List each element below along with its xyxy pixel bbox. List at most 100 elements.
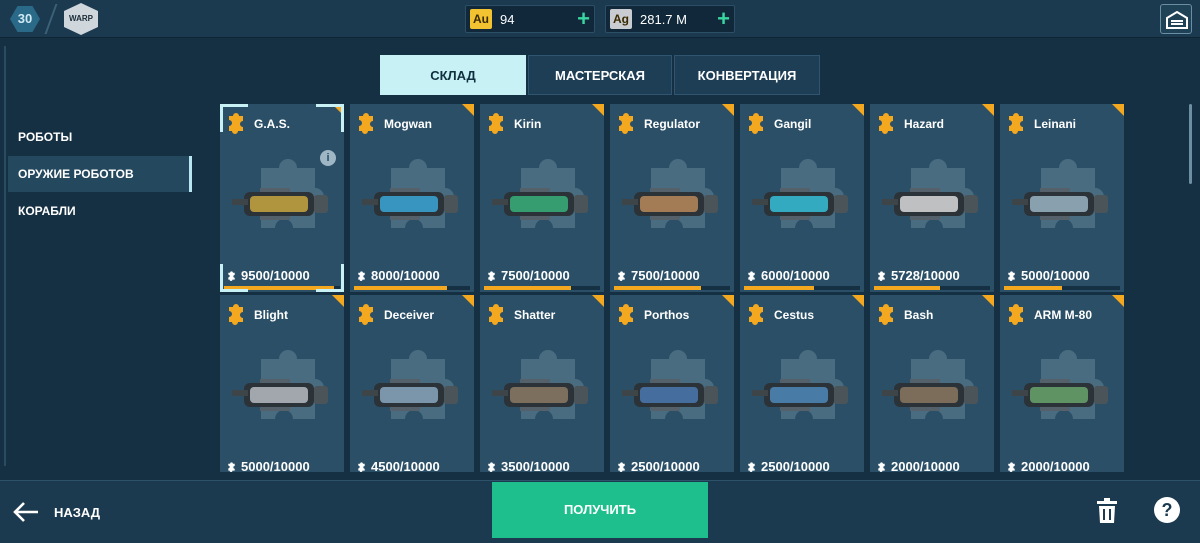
weapon-name: Leinani [1034,117,1077,131]
weapon-card[interactable]: Regulator 7500/10000 [610,104,734,292]
weapon-card[interactable]: Kirin 7500/10000 [480,104,604,292]
selection-frame-corner [316,264,344,292]
rarity-corner [462,104,474,116]
progress-fill [744,286,814,290]
sidebar-item-robot-weapons[interactable]: ОРУЖИЕ РОБОТОВ [8,156,192,192]
weapon-card[interactable]: ARM M-80 2000/10000 [1000,295,1124,472]
weapon-name: Porthos [644,308,690,322]
weapon-name: ARM M-80 [1034,308,1093,322]
puzzle-piece-icon [1009,304,1023,325]
weapon-card[interactable]: Shatter 3500/10000 [480,295,604,472]
puzzle-piece-icon [619,304,633,325]
progress-fill [1004,286,1062,290]
grid-scrollbar[interactable] [1189,104,1192,184]
weapon-image [752,379,848,411]
weapon-card[interactable]: Cestus 2500/10000 [740,295,864,472]
fragment-count: 2500/10000 [746,459,830,472]
fragment-count: 4500/10000 [356,459,440,472]
fragment-count-text: 4500/10000 [371,459,440,472]
get-button[interactable]: ПОЛУЧИТЬ [492,482,708,538]
rarity-corner [722,104,734,116]
selection-frame-corner [220,264,248,292]
progress-fill [354,286,447,290]
back-button[interactable]: НАЗАД [12,497,100,527]
add-silver-button[interactable]: + [717,7,730,31]
fragment-count-text: 7500/10000 [501,268,570,283]
fragment-count: 5000/10000 [1006,268,1090,283]
tab-conversion[interactable]: КОНВЕРТАЦИЯ [674,55,820,95]
weapon-card[interactable]: Blight 5000/10000 [220,295,344,472]
fragment-icon [358,271,365,281]
fragment-icon [358,462,365,472]
help-button[interactable]: ? [1154,497,1180,523]
puzzle-piece-icon [749,304,763,325]
rarity-corner [1112,295,1124,307]
fragment-count-text: 7500/10000 [631,268,700,283]
weapon-name: Hazard [904,117,945,131]
add-gold-button[interactable]: + [577,7,590,31]
fragment-icon [878,271,885,281]
weapon-image [1012,379,1108,411]
trash-icon[interactable] [1096,498,1118,524]
fragment-count-text: 8000/10000 [371,268,440,283]
fragment-count-text: 3500/10000 [501,459,570,472]
weapon-card[interactable]: Porthos 2500/10000 [610,295,734,472]
puzzle-piece-icon [879,304,893,325]
sidebar-item-robots[interactable]: РОБОТЫ [8,119,192,155]
weapon-name: Blight [254,308,288,322]
divider [44,4,58,34]
tab-workshop[interactable]: МАСТЕРСКАЯ [528,55,672,95]
fragment-count: 2000/10000 [876,459,960,472]
weapon-image [882,379,978,411]
puzzle-piece-icon [489,304,503,325]
weapon-card[interactable]: Leinani 5000/10000 [1000,104,1124,292]
weapon-name: G.A.S. [254,117,291,131]
weapon-card[interactable]: Bash 2000/10000 [870,295,994,472]
weapon-image [622,379,718,411]
player-level-badge[interactable]: 30 [10,6,40,32]
weapon-name: Regulator [644,117,701,131]
fragment-icon [878,462,885,472]
hangar-icon [1166,11,1188,29]
weapon-card[interactable]: G.A.S. 9500/10000 i [220,104,344,292]
progress-bar [1004,286,1120,290]
weapon-name: Cestus [774,308,815,322]
weapon-image [232,188,328,220]
info-icon[interactable]: i [320,150,336,166]
fragment-count: 2500/10000 [616,459,700,472]
rarity-corner [852,104,864,116]
progress-bar [744,286,860,290]
puzzle-piece-icon [359,113,373,134]
rank-emblem[interactable]: WARP [64,3,98,35]
weapon-card[interactable]: Deceiver 4500/10000 [350,295,474,472]
weapon-name: Deceiver [384,308,435,322]
rarity-corner [852,295,864,307]
fragment-icon [1008,271,1015,281]
weapon-card[interactable]: Hazard 5728/10000 [870,104,994,292]
rarity-corner [462,295,474,307]
fragment-icon [488,462,495,472]
fragment-count: 2000/10000 [1006,459,1090,472]
gold-icon: Au [470,9,492,29]
progress-fill [484,286,571,290]
weapon-image [882,188,978,220]
weapon-card[interactable]: Mogwan 8000/10000 [350,104,474,292]
gold-amount: 94 [500,12,515,27]
fragment-count: 5728/10000 [876,268,960,283]
weapon-name: Shatter [514,308,556,322]
weapon-image [492,379,588,411]
sidebar-item-ships[interactable]: КОРАБЛИ [8,193,192,229]
fragment-count: 7500/10000 [616,268,700,283]
fragment-count-text: 2000/10000 [891,459,960,472]
weapon-image [362,379,458,411]
tab-warehouse[interactable]: СКЛАД [380,55,526,95]
weapon-image [492,188,588,220]
fragment-count: 8000/10000 [356,268,440,283]
rarity-corner [982,295,994,307]
weapon-card[interactable]: Gangil 6000/10000 [740,104,864,292]
hangar-button[interactable] [1160,4,1192,34]
weapon-name: Gangil [774,117,812,131]
rarity-corner [722,295,734,307]
silver-icon: Ag [610,9,632,29]
puzzle-piece-icon [359,304,373,325]
